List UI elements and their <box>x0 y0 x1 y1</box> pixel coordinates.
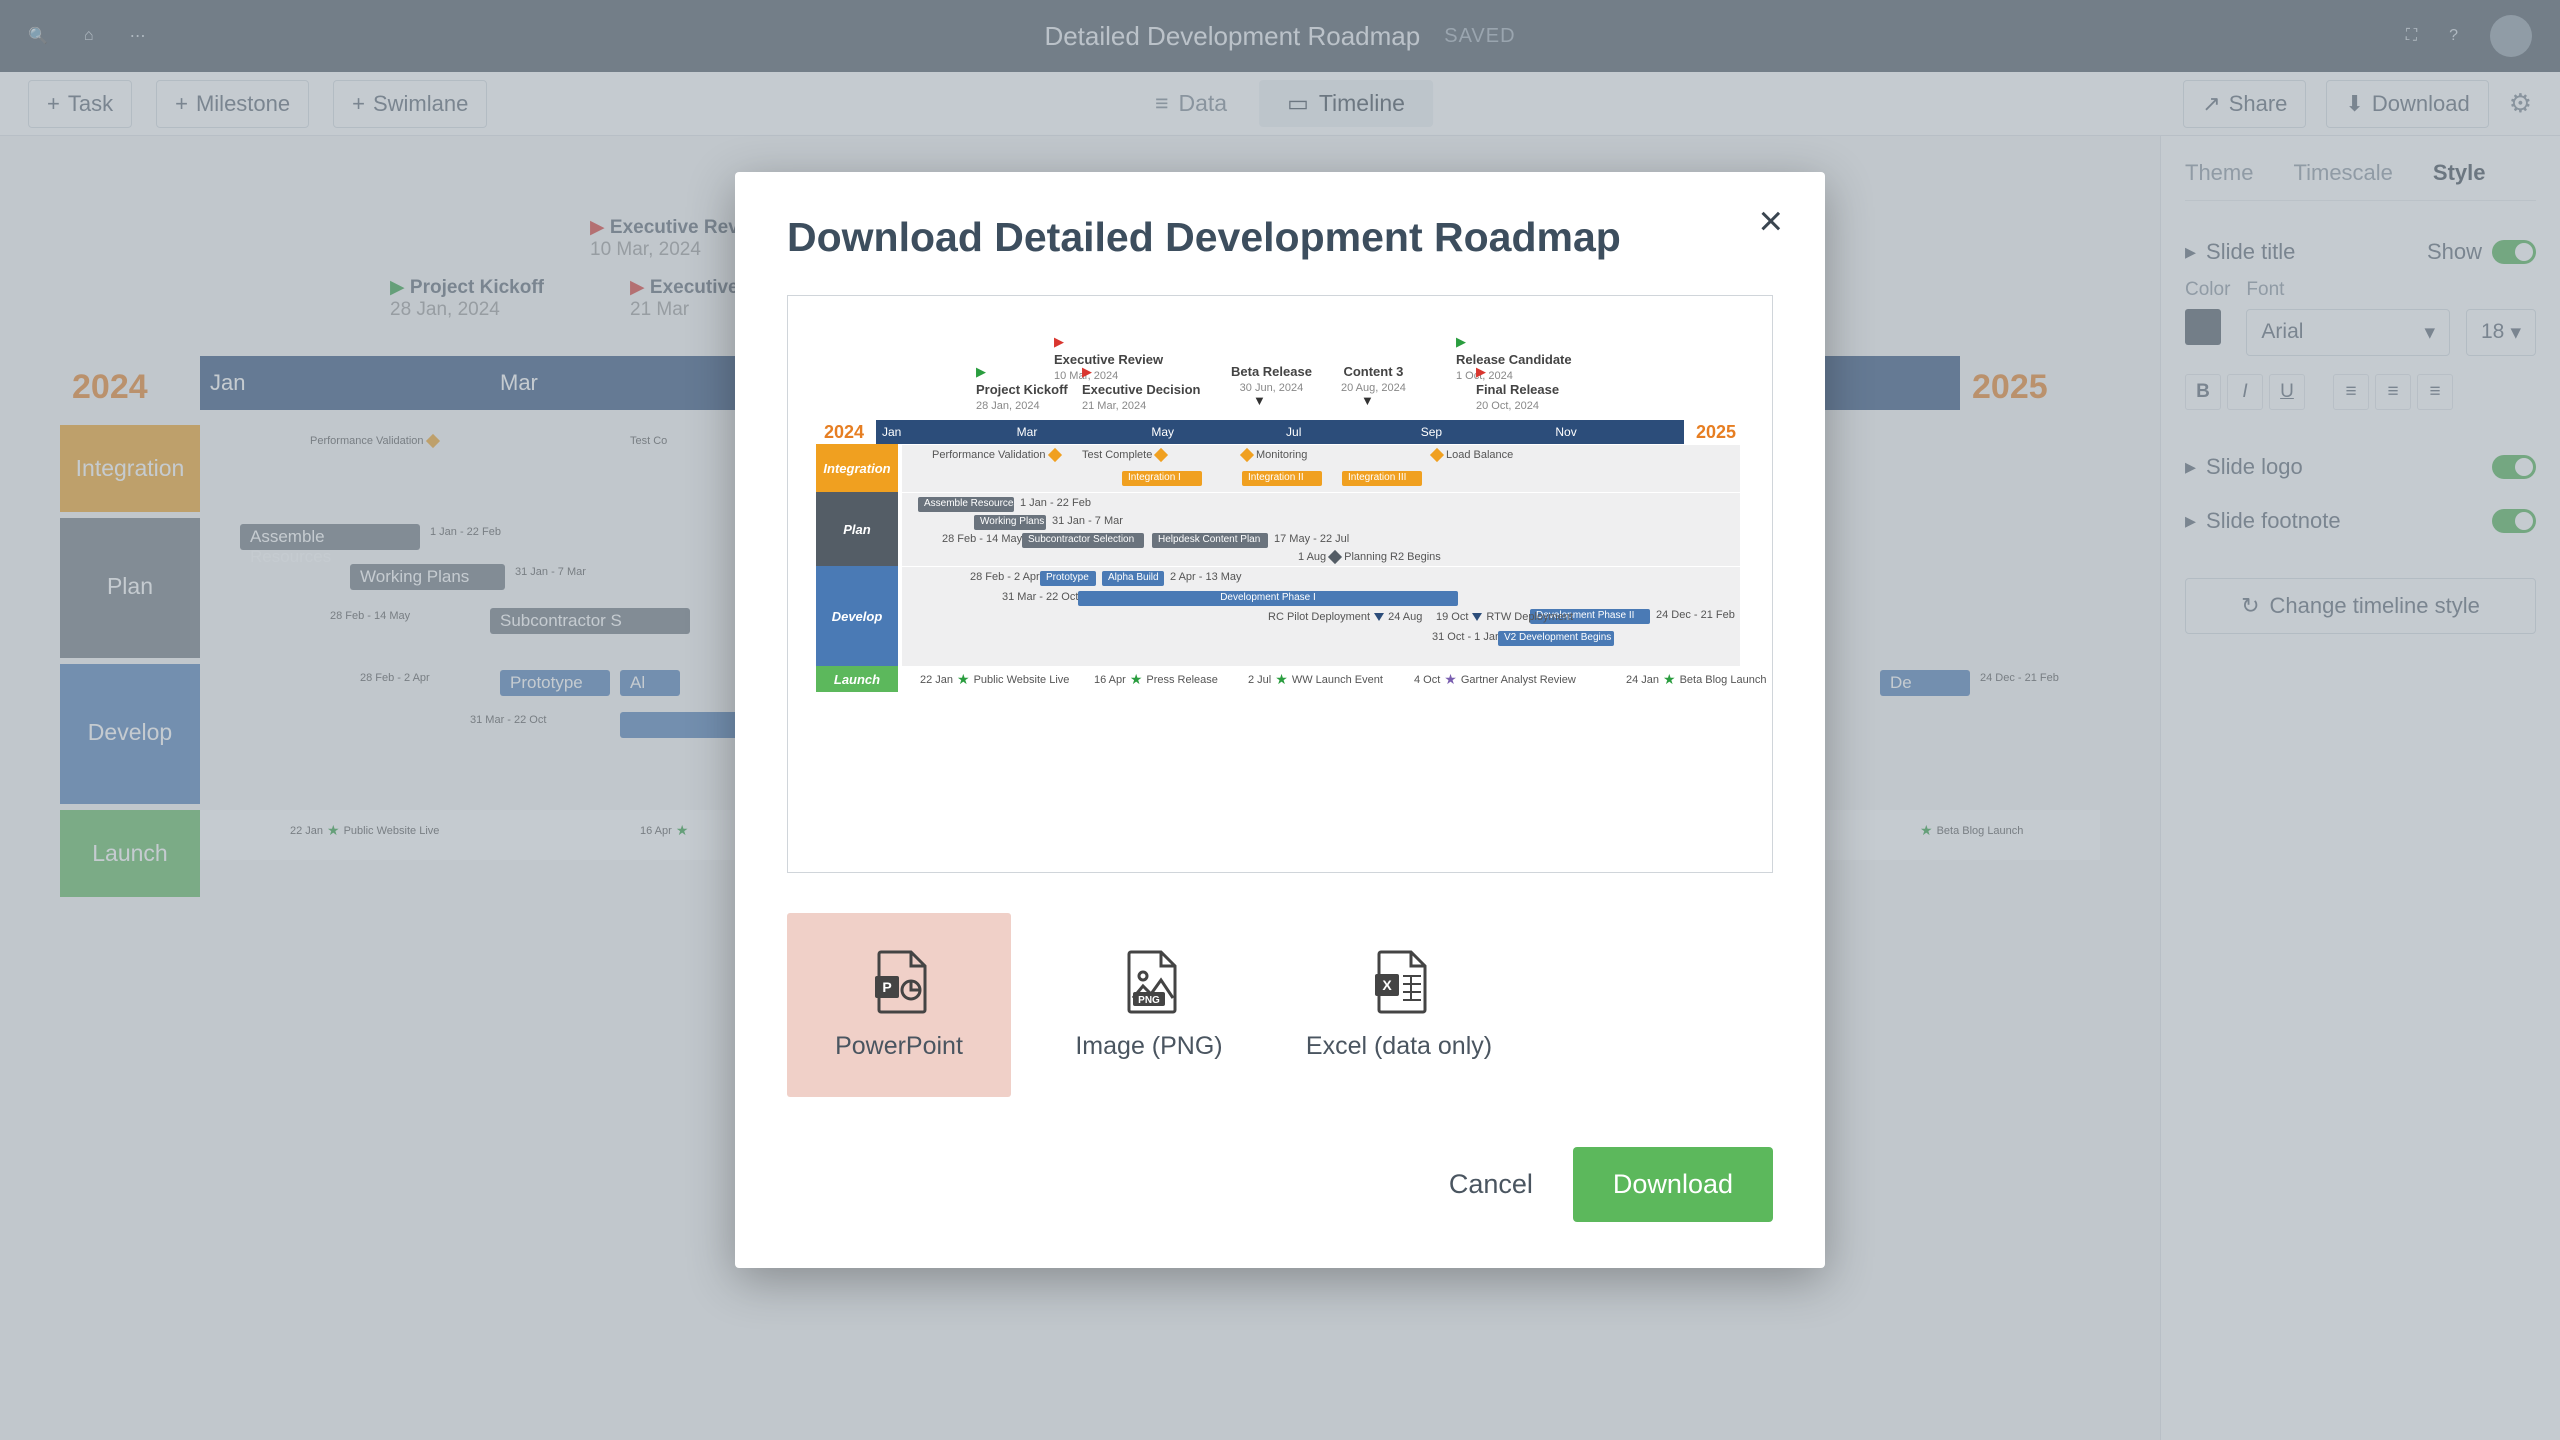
download-modal: × Download Detailed Development Roadmap … <box>735 172 1825 1268</box>
modal-title: Download Detailed Development Roadmap <box>787 214 1773 261</box>
close-icon[interactable]: × <box>1758 200 1783 242</box>
format-png[interactable]: PNG Image (PNG) <box>1037 913 1261 1097</box>
format-png-label: Image (PNG) <box>1075 1032 1222 1061</box>
svg-text:P: P <box>882 979 891 995</box>
modal-overlay: × Download Detailed Development Roadmap … <box>0 0 2560 1440</box>
roadmap-preview: ▶ Project Kickoff 28 Jan, 2024 ▶ Executi… <box>787 295 1773 873</box>
pv-lane-plan: Plan <box>816 492 898 566</box>
pv-year-start: 2024 <box>816 422 872 443</box>
format-powerpoint-label: PowerPoint <box>835 1032 963 1061</box>
pv-lane-develop: Develop <box>816 566 898 666</box>
format-excel-label: Excel (data only) <box>1306 1032 1492 1061</box>
pv-lane-launch: Launch <box>816 666 898 692</box>
pv-lane-integration: Integration <box>816 444 898 492</box>
format-powerpoint[interactable]: P PowerPoint <box>787 913 1011 1097</box>
png-icon: PNG <box>1121 950 1177 1014</box>
download-button[interactable]: Download <box>1573 1147 1773 1222</box>
format-options: P PowerPoint PNG Image (PNG) <box>787 913 1773 1097</box>
format-excel[interactable]: X Excel (data only) <box>1287 913 1511 1097</box>
pv-year-end: 2025 <box>1688 422 1744 443</box>
excel-icon: X <box>1371 950 1427 1014</box>
svg-text:X: X <box>1382 977 1392 993</box>
cancel-button[interactable]: Cancel <box>1439 1151 1543 1218</box>
svg-text:PNG: PNG <box>1138 995 1160 1006</box>
powerpoint-icon: P <box>871 950 927 1014</box>
